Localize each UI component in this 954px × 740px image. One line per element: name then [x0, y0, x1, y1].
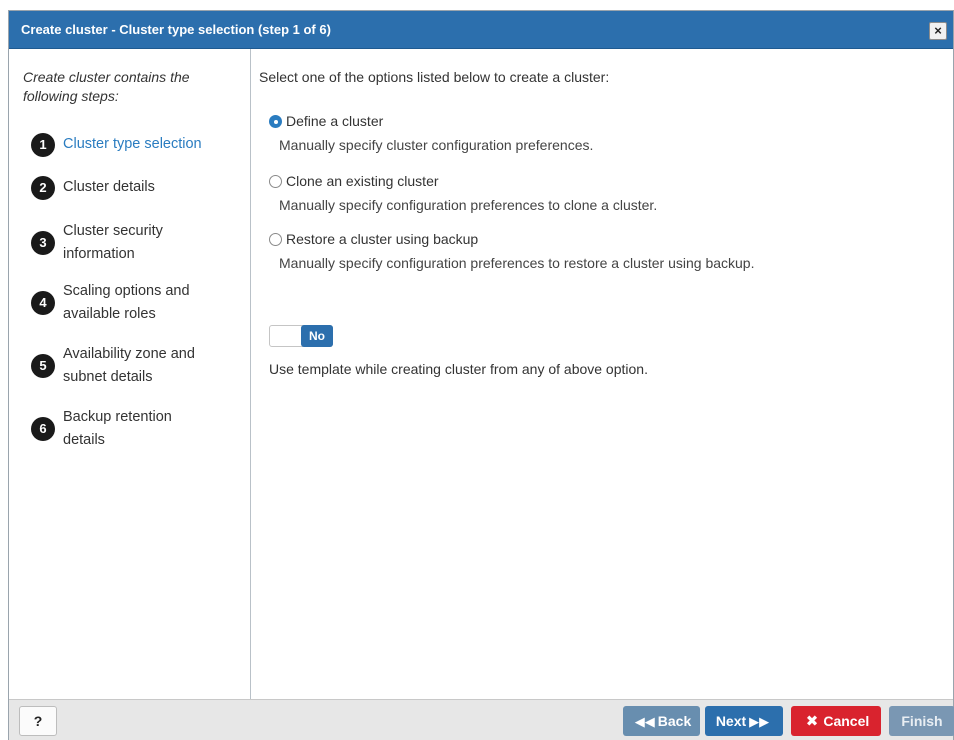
step-cluster-type-selection[interactable]: 1 Cluster type selection — [31, 133, 241, 157]
radio-restore-cluster[interactable] — [269, 233, 282, 246]
cancel-button[interactable]: ✖ Cancel — [791, 706, 881, 736]
use-template-toggle[interactable]: No — [269, 325, 333, 347]
dialog-footer: ? ◀◀ Back Next ▶▶ ✖ Cancel Finish — [9, 699, 954, 740]
step-backup-retention[interactable]: 6 Backup retention details — [31, 406, 241, 452]
back-button[interactable]: ◀◀ Back — [623, 706, 700, 736]
step-number-3: 3 — [31, 231, 55, 255]
step-number-4: 4 — [31, 291, 55, 315]
radio-define-cluster[interactable] — [269, 115, 282, 128]
step-label: Cluster type selection — [63, 136, 202, 152]
double-right-arrow-icon: ▶▶ — [749, 714, 770, 729]
toggle-description: Use template while creating cluster from… — [269, 361, 648, 377]
step-cluster-details[interactable]: 2 Cluster details — [31, 176, 241, 200]
step-cluster-security-information[interactable]: 3 Cluster security information — [31, 220, 241, 266]
step-number-6: 6 — [31, 417, 55, 441]
step-availability-zone[interactable]: 5 Availability zone and subnet details — [31, 343, 241, 389]
toggle-value: No — [301, 325, 333, 347]
dialog-title: Create cluster - Cluster type selection … — [21, 22, 331, 37]
sidebar-intro: Create cluster contains the following st… — [23, 69, 190, 104]
main-content: Select one of the options listed below t… — [259, 69, 943, 377]
radio-clone-cluster[interactable] — [269, 175, 282, 188]
step-label: Cluster security information — [63, 223, 163, 262]
option-label[interactable]: Restore a cluster using backup — [286, 231, 478, 247]
options-intro: Select one of the options listed below t… — [259, 69, 610, 85]
option-label[interactable]: Define a cluster — [286, 113, 383, 129]
step-number-2: 2 — [31, 176, 55, 200]
help-button[interactable]: ? — [19, 706, 57, 736]
step-label: Availability zone and subnet details — [63, 346, 195, 385]
step-scaling-options[interactable]: 4 Scaling options and available roles — [31, 280, 241, 326]
next-label: Next — [715, 713, 747, 729]
step-label: Backup retention details — [63, 409, 172, 448]
finish-button[interactable]: Finish — [889, 706, 954, 736]
step-number-5: 5 — [31, 354, 55, 378]
step-label: Cluster details — [63, 179, 155, 195]
next-button[interactable]: Next ▶▶ — [705, 706, 783, 736]
option-label[interactable]: Clone an existing cluster — [286, 173, 439, 189]
option-description: Manually specify cluster configuration p… — [279, 137, 594, 153]
option-description: Manually specify configuration preferenc… — [279, 197, 658, 213]
step-label: Scaling options and available roles — [63, 283, 190, 322]
steps-sidebar: Create cluster contains the following st… — [9, 49, 251, 699]
step-number-1: 1 — [31, 133, 55, 157]
option-description: Manually specify configuration preferenc… — [279, 255, 755, 271]
dialog-titlebar: Create cluster - Cluster type selection … — [9, 11, 953, 49]
back-label: Back — [657, 713, 692, 729]
close-icon[interactable]: × — [929, 22, 947, 40]
cancel-label: Cancel — [823, 713, 870, 729]
create-cluster-dialog: Create cluster - Cluster type selection … — [8, 10, 954, 740]
close-x-icon: ✖ — [805, 713, 819, 730]
double-left-arrow-icon: ◀◀ — [634, 714, 655, 729]
